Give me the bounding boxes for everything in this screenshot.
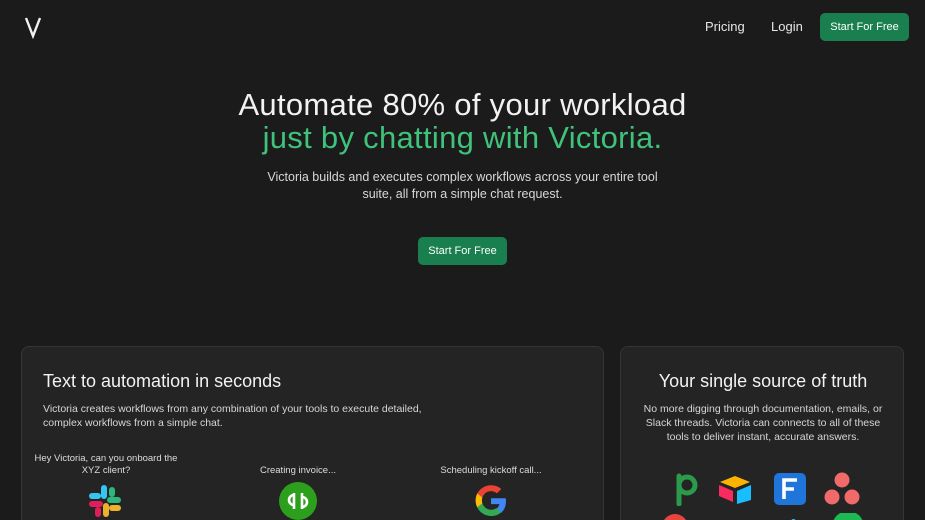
quickbooks-icon — [279, 482, 317, 520]
nav-pricing-link[interactable]: Pricing — [705, 19, 745, 34]
nav-login-link[interactable]: Login — [771, 19, 803, 34]
app-icon-partial-red — [664, 514, 686, 520]
slack-icon — [89, 485, 121, 517]
freshdesk-icon — [774, 473, 806, 505]
app-icon-partial-green — [833, 513, 863, 520]
step-caption-invoice: Creating invoice... — [259, 465, 337, 476]
step-caption-kickoff: Scheduling kickoff call... — [440, 465, 542, 476]
automation-card: Text to automation in seconds Victoria c… — [21, 346, 604, 520]
google-icon — [475, 485, 506, 516]
app-icon-partial-blue — [791, 519, 796, 520]
automation-card-description: Victoria creates workflows from any comb… — [43, 403, 422, 429]
nav-start-free-button[interactable]: Start For Free — [820, 13, 909, 41]
hero-start-free-button[interactable]: Start For Free — [418, 237, 507, 265]
truth-card-title: Your single source of truth — [658, 371, 868, 391]
hero-section: Automate 80% of your workload just by ch… — [0, 87, 925, 265]
airtable-icon — [719, 476, 751, 504]
victoria-logo-icon[interactable] — [24, 15, 42, 39]
pipedrive-icon — [676, 473, 698, 506]
asana-icon — [824, 472, 860, 505]
hero-headline-accent: just by chatting with Victoria. — [262, 120, 663, 155]
top-nav: Pricing Login Start For Free — [0, 0, 925, 54]
automation-card-title: Text to automation in seconds — [43, 371, 282, 391]
hero-subtitle: Victoria builds and executes complex wor… — [267, 170, 658, 201]
truth-card: Your single source of truth No more digg… — [620, 346, 904, 520]
step-caption-onboard: Hey Victoria, can you onboard the XYZ cl… — [34, 453, 178, 476]
hero-headline: Automate 80% of your workload — [238, 87, 687, 122]
truth-card-description: No more digging through documentation, e… — [643, 403, 883, 443]
